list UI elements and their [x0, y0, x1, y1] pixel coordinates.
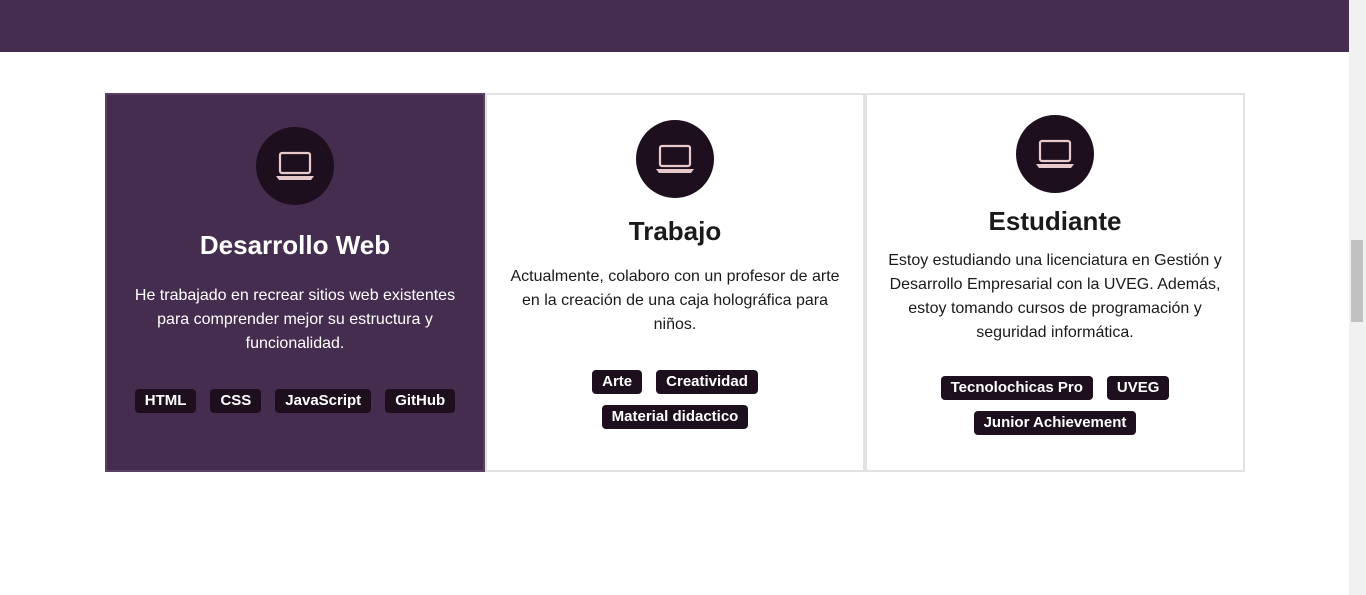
card-title: Estudiante [988, 206, 1122, 236]
page-scrollbar[interactable] [1349, 0, 1366, 595]
card-desarrollo-web: Desarrollo Web He trabajado en recrear s… [105, 93, 485, 472]
laptop-icon [256, 127, 334, 205]
tag-list: Tecnolochicas Pro UVEG Junior Achievemen… [930, 376, 1180, 446]
card-content: Estudiante Estoy estudiando una licencia… [867, 115, 1243, 446]
tag-tecnolochicas-pro: Tecnolochicas Pro [940, 376, 1093, 400]
card-estudiante: Estudiante Estoy estudiando una licencia… [865, 93, 1245, 472]
card-description: Estoy estudiando una licenciatura en Ges… [888, 252, 1222, 341]
tag-list: HTML CSS JavaScript GitHub [120, 389, 470, 424]
card-content: Desarrollo Web He trabajado en recrear s… [107, 127, 483, 424]
tag-material-didactico: Material didactico [601, 405, 749, 429]
laptop-icon [1016, 115, 1094, 193]
card-title: Desarrollo Web [199, 230, 391, 260]
tag-html: HTML [134, 389, 197, 413]
laptop-icon [636, 120, 714, 198]
tag-junior-achievement: Junior Achievement [973, 411, 1137, 435]
header-band [0, 0, 1349, 52]
cards-row: Desarrollo Web He trabajado en recrear s… [105, 93, 1245, 472]
tag-css: CSS [210, 389, 262, 413]
card-trabajo: Trabajo Actualmente, colaboro con un pro… [485, 93, 865, 472]
card-title: Trabajo [628, 216, 722, 246]
tag-javascript: JavaScript [275, 389, 372, 413]
tag-list: Arte Creatividad Material didactico [560, 370, 790, 440]
scrollbar-thumb[interactable] [1351, 240, 1363, 322]
card-description: He trabajado en recrear sitios web exist… [134, 287, 456, 352]
tag-arte: Arte [592, 370, 643, 394]
card-content: Trabajo Actualmente, colaboro con un pro… [487, 120, 863, 440]
tag-creatividad: Creatividad [656, 370, 758, 394]
card-description: Actualmente, colaboro con un profesor de… [510, 268, 840, 333]
tag-uveg: UVEG [1106, 376, 1170, 400]
tag-github: GitHub [385, 389, 456, 413]
